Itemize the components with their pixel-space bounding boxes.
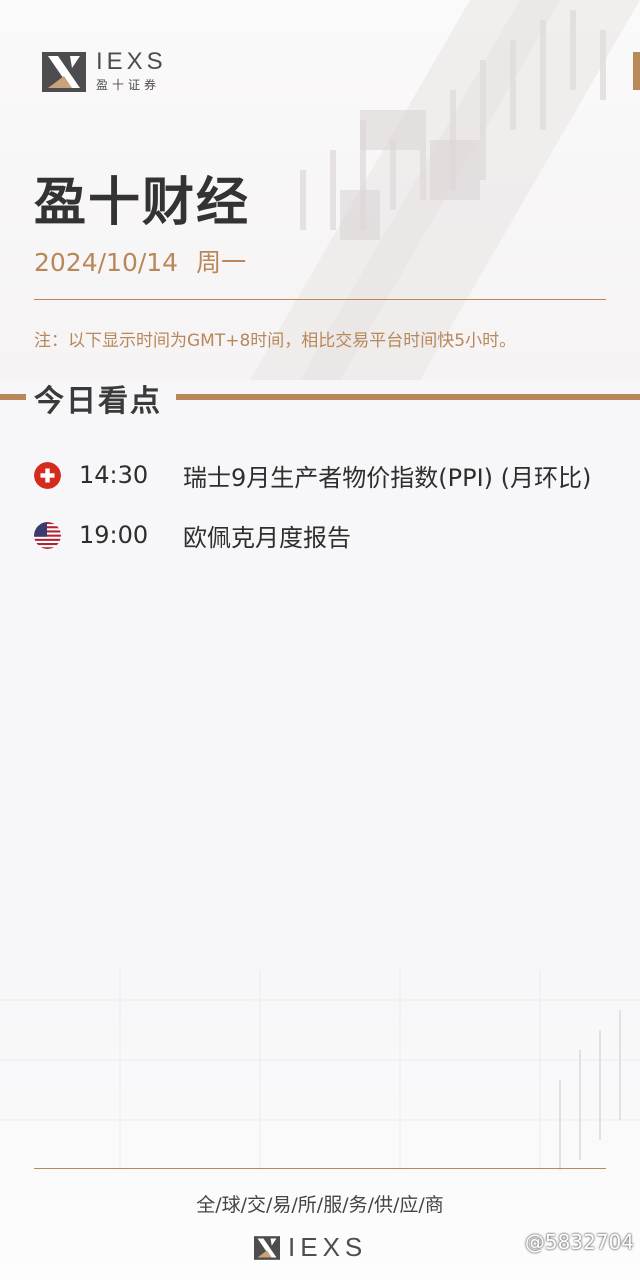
event-time: 19:00 (79, 521, 149, 549)
iexs-logo-icon (254, 1235, 280, 1260)
timezone-note: 注：以下显示时间为GMT+8时间，相比交易平台时间快5小时。 (34, 331, 517, 351)
section-rule-left (0, 394, 26, 400)
event-list: 14:30 瑞士9月生产者物价指数(PPI) (月环比) 19:00 欧佩克月度… (34, 456, 634, 576)
brand-wordmark: IEXS (96, 48, 167, 75)
date-text: 2024/10/14 (34, 248, 179, 277)
section-header: 今日看点 (0, 376, 640, 419)
switzerland-flag-icon (34, 461, 61, 489)
section-rule-right (176, 394, 640, 400)
header-divider (34, 299, 606, 300)
event-title: 欧佩克月度报告 (183, 523, 351, 552)
right-accent-bar (633, 52, 640, 90)
footer-wordmark: IEXS (288, 1232, 368, 1262)
brand-subtitle: 盈十证券 (96, 78, 161, 92)
weekday-text: 周一 (196, 248, 247, 277)
iexs-logo-icon (42, 51, 86, 92)
event-row: 19:00 欧佩克月度报告 (34, 516, 634, 554)
event-title: 瑞士9月生产者物价指数(PPI) (月环比) (183, 463, 592, 492)
page-title: 盈十财经 (34, 173, 251, 233)
brand-logo: IEXS 盈十证券 (42, 50, 167, 93)
usa-flag-icon (34, 521, 61, 549)
footer-divider (34, 1168, 606, 1169)
event-row: 14:30 瑞士9月生产者物价指数(PPI) (月环比) (34, 456, 634, 494)
watermark-text: @5832704 (524, 1230, 634, 1254)
date-line: 2024/10/14 周一 (34, 243, 246, 279)
footer-logo: IEXS (254, 1232, 367, 1263)
section-title: 今日看点 (34, 384, 162, 419)
footer-tagline: 全/球/交/易/所/服/务/供/应/商 (196, 1194, 444, 1216)
event-time: 14:30 (79, 461, 149, 489)
